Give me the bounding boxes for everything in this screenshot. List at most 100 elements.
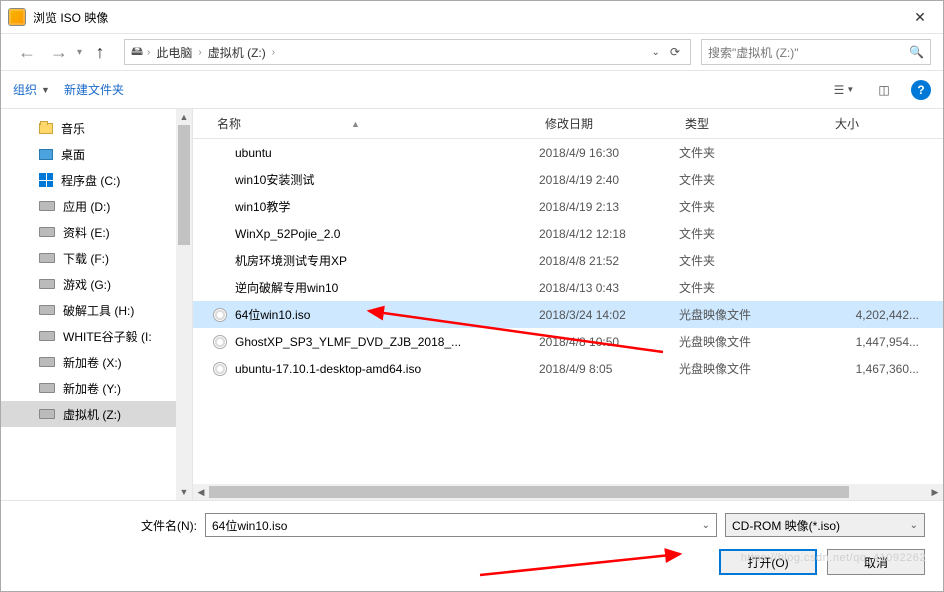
sidebar-item[interactable]: 新加卷 (X:) [1, 349, 192, 375]
file-row[interactable]: WinXp_52Pojie_2.02018/4/12 12:18文件夹 [193, 220, 943, 247]
file-name: win10安装测试 [235, 171, 539, 188]
file-name: 机房环境测试专用XP [235, 252, 539, 269]
sidebar-item[interactable]: 音乐 [1, 115, 192, 141]
file-date: 2018/3/24 14:02 [539, 308, 679, 322]
sidebar-item[interactable]: 游戏 (G:) [1, 271, 192, 297]
sidebar-item[interactable]: 新加卷 (Y:) [1, 375, 192, 401]
iso-icon [213, 362, 227, 376]
drive-icon [39, 409, 55, 419]
file-date: 2018/4/9 16:30 [539, 146, 679, 160]
sidebar-item[interactable]: 资料 (E:) [1, 219, 192, 245]
close-button[interactable]: ✕ [897, 1, 943, 33]
sidebar-item[interactable]: 程序盘 (C:) [1, 167, 192, 193]
sidebar-item[interactable]: 桌面 [1, 141, 192, 167]
horizontal-scrollbar[interactable]: ◀ ▶ [193, 484, 943, 500]
file-type: 文件夹 [679, 198, 829, 215]
file-type: 文件夹 [679, 144, 829, 161]
sidebar-item[interactable]: 应用 (D:) [1, 193, 192, 219]
column-type[interactable]: 类型 [679, 115, 829, 132]
sidebar-item-label: 游戏 (G:) [63, 276, 111, 293]
windows-icon [39, 173, 53, 187]
back-button[interactable]: ← [13, 38, 41, 66]
refresh-icon[interactable]: ⟳ [670, 45, 680, 59]
sidebar-item[interactable]: WHITE谷子毅 (I: [1, 323, 192, 349]
file-type: 光盘映像文件 [679, 333, 829, 350]
chevron-down-icon[interactable]: ⌄ [702, 520, 710, 531]
file-type: 光盘映像文件 [679, 306, 829, 323]
file-row[interactable]: ubuntu-17.10.1-desktop-amd64.iso2018/4/9… [193, 355, 943, 382]
view-details-icon[interactable]: ◫ [871, 79, 897, 101]
scroll-left-icon[interactable]: ◀ [193, 487, 209, 498]
file-type: 文件夹 [679, 171, 829, 188]
breadcrumb-folder[interactable]: 虚拟机 (Z:) [204, 44, 270, 61]
drive-icon [39, 201, 55, 211]
file-name: win10教学 [235, 198, 539, 215]
chevron-down-icon[interactable]: ⌄ [910, 520, 918, 531]
view-list-icon[interactable]: ☰▼ [831, 79, 857, 101]
file-date: 2018/4/12 12:18 [539, 227, 679, 241]
new-folder-button[interactable]: 新建文件夹 [64, 81, 124, 98]
file-date: 2018/4/19 2:40 [539, 173, 679, 187]
file-open-dialog: 浏览 ISO 映像 ✕ ← → ▾ ↑ 🖴 › 此电脑 › 虚拟机 (Z:) ›… [0, 0, 944, 592]
sidebar-scrollbar[interactable]: ▲ ▼ [176, 109, 192, 500]
file-row[interactable]: 逆向破解专用win102018/4/13 0:43文件夹 [193, 274, 943, 301]
scrollbar-thumb[interactable] [209, 486, 849, 498]
file-date: 2018/4/13 0:43 [539, 281, 679, 295]
scroll-down-icon[interactable]: ▼ [176, 484, 192, 500]
navbar: ← → ▾ ↑ 🖴 › 此电脑 › 虚拟机 (Z:) › ⌄ ⟳ 搜索"虚拟机 … [1, 33, 943, 71]
sidebar: 音乐桌面程序盘 (C:)应用 (D:) 资料 (E:) 下载 (F:) 游戏 (G:)… [1, 109, 193, 500]
file-row[interactable]: 64位win10.iso2018/3/24 14:02光盘映像文件4,202,4… [193, 301, 943, 328]
column-date[interactable]: 修改日期 [539, 115, 679, 132]
sidebar-item-label: 新加卷 (X:) [63, 354, 122, 371]
sidebar-item-label: 资料 (E:) [63, 224, 110, 241]
iso-icon [213, 335, 227, 349]
file-row[interactable]: ubuntu2018/4/9 16:30文件夹 [193, 139, 943, 166]
scroll-up-icon[interactable]: ▲ [176, 109, 192, 125]
column-size[interactable]: 大小 [829, 115, 943, 132]
sidebar-item-label: WHITE谷子毅 (I: [63, 328, 152, 345]
column-headers: 名称 ▲ 修改日期 类型 大小 [193, 109, 943, 139]
organize-button[interactable]: 组织 ▼ [13, 81, 50, 98]
sidebar-item-label: 破解工具 (H:) [63, 302, 134, 319]
breadcrumb-root[interactable]: 此电脑 [152, 44, 196, 61]
recent-dropdown-icon[interactable]: ▾ [77, 47, 82, 58]
sidebar-item[interactable]: 破解工具 (H:) [1, 297, 192, 323]
history-dropdown-icon[interactable]: ⌄ [652, 47, 660, 58]
file-type: 文件夹 [679, 225, 829, 242]
sidebar-item[interactable]: 虚拟机 (Z:) [1, 401, 192, 427]
file-type: 光盘映像文件 [679, 360, 829, 377]
filetype-filter[interactable]: CD-ROM 映像(*.iso) ⌄ [725, 513, 925, 537]
file-size: 4,202,442... [829, 308, 943, 322]
column-name[interactable]: 名称 ▲ [211, 115, 539, 132]
sidebar-item-label: 桌面 [61, 146, 85, 163]
filename-input[interactable]: 64位win10.iso ⌄ [205, 513, 717, 537]
file-row[interactable]: win10安装测试2018/4/19 2:40文件夹 [193, 166, 943, 193]
search-icon[interactable]: 🔍 [909, 45, 924, 59]
file-list: ubuntu2018/4/9 16:30文件夹win10安装测试2018/4/1… [193, 139, 943, 484]
help-icon[interactable]: ? [911, 80, 931, 100]
scrollbar-thumb[interactable] [178, 125, 190, 245]
drive-icon: 🖴 [129, 44, 145, 60]
desktop-icon [39, 149, 53, 160]
drive-icon [39, 253, 55, 263]
filter-value: CD-ROM 映像(*.iso) [732, 517, 840, 534]
chevron-right-icon: › [196, 47, 203, 58]
filename-label: 文件名(N): [19, 517, 197, 534]
app-icon [9, 9, 25, 25]
forward-button[interactable]: → [45, 38, 73, 66]
file-row[interactable]: win10教学2018/4/19 2:13文件夹 [193, 193, 943, 220]
search-input[interactable]: 搜索"虚拟机 (Z:)" 🔍 [701, 39, 931, 65]
up-button[interactable]: ↑ [86, 38, 114, 66]
scroll-right-icon[interactable]: ▶ [927, 487, 943, 498]
file-type: 文件夹 [679, 252, 829, 269]
file-row[interactable]: GhostXP_SP3_YLMF_DVD_ZJB_2018_...2018/4/… [193, 328, 943, 355]
drive-icon [39, 383, 55, 393]
drive-icon [39, 279, 55, 289]
dialog-footer: 文件名(N): 64位win10.iso ⌄ CD-ROM 映像(*.iso) … [1, 500, 943, 591]
breadcrumb[interactable]: 🖴 › 此电脑 › 虚拟机 (Z:) › ⌄ ⟳ [124, 39, 691, 65]
chevron-right-icon: › [270, 47, 277, 58]
chevron-down-icon: ▼ [41, 85, 50, 95]
drive-icon [39, 357, 55, 367]
sidebar-item[interactable]: 下载 (F:) [1, 245, 192, 271]
file-row[interactable]: 机房环境测试专用XP2018/4/8 21:52文件夹 [193, 247, 943, 274]
